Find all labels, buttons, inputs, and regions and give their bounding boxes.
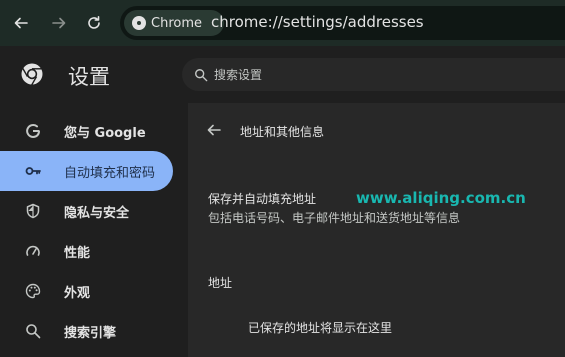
address-bar[interactable]: Chrome chrome://settings/addresses <box>120 6 565 40</box>
sidebar: 您与 Google 自动填充和密码 隐私与安全 性能 外观 搜索引擎 <box>0 103 188 357</box>
sidebar-item-label: 性能 <box>64 245 91 261</box>
page-title: 设置 <box>68 65 110 89</box>
search-icon <box>24 322 42 340</box>
settings-header: 设置 <box>0 46 565 103</box>
palette-icon <box>24 282 42 300</box>
empty-addresses-message: 已保存的地址将显示在这里 <box>248 321 393 335</box>
browser-toolbar: Chrome chrome://settings/addresses <box>0 0 565 46</box>
google-icon <box>24 122 42 140</box>
sidebar-item-label: 您与 Google <box>64 125 146 141</box>
section-title: 地址和其他信息 <box>240 125 325 139</box>
shield-icon <box>24 202 42 220</box>
sidebar-item-label: 搜索引擎 <box>64 325 117 341</box>
settings-search[interactable] <box>182 58 565 91</box>
arrow-left-icon <box>14 17 28 29</box>
back-arrow-icon[interactable] <box>206 122 222 138</box>
reload-button[interactable] <box>83 12 105 34</box>
chrome-logo-icon <box>132 16 146 30</box>
search-input[interactable] <box>214 67 514 82</box>
back-button[interactable] <box>10 12 32 34</box>
chrome-logo-icon <box>21 63 43 86</box>
save-autofill-addresses-description: 包括电话号码、电子邮件地址和送货地址等信息 <box>208 211 461 225</box>
sidebar-item-label: 隐私与安全 <box>64 205 130 221</box>
speedometer-icon <box>24 242 42 260</box>
site-info-chip[interactable]: Chrome <box>124 10 224 36</box>
sidebar-item-appearance[interactable]: 外观 <box>0 271 173 311</box>
sidebar-item-label: 自动填充和密码 <box>64 165 156 181</box>
chip-label: Chrome <box>151 15 202 31</box>
addresses-heading: 地址 <box>208 276 233 290</box>
arrow-right-icon <box>52 17 66 29</box>
sidebar-item-you-and-google[interactable]: 您与 Google <box>0 111 173 151</box>
search-icon <box>195 68 208 81</box>
key-icon <box>24 162 42 180</box>
sidebar-item-performance[interactable]: 性能 <box>0 231 173 271</box>
sidebar-item-label: 外观 <box>64 285 91 301</box>
sidebar-item-search-engine[interactable]: 搜索引擎 <box>0 311 173 351</box>
url-text[interactable]: chrome://settings/addresses <box>211 13 424 31</box>
forward-button[interactable] <box>48 12 70 34</box>
reload-icon <box>88 16 100 29</box>
sidebar-item-autofill[interactable]: 自动填充和密码 <box>0 151 173 191</box>
sidebar-item-privacy[interactable]: 隐私与安全 <box>0 191 173 231</box>
watermark: www.aliqing.com.cn <box>356 189 526 207</box>
addresses-panel: 地址和其他信息 保存并自动填充地址 包括电话号码、电子邮件地址和送货地址等信息 … <box>188 103 565 357</box>
save-autofill-addresses-label: 保存并自动填充地址 <box>208 192 317 206</box>
